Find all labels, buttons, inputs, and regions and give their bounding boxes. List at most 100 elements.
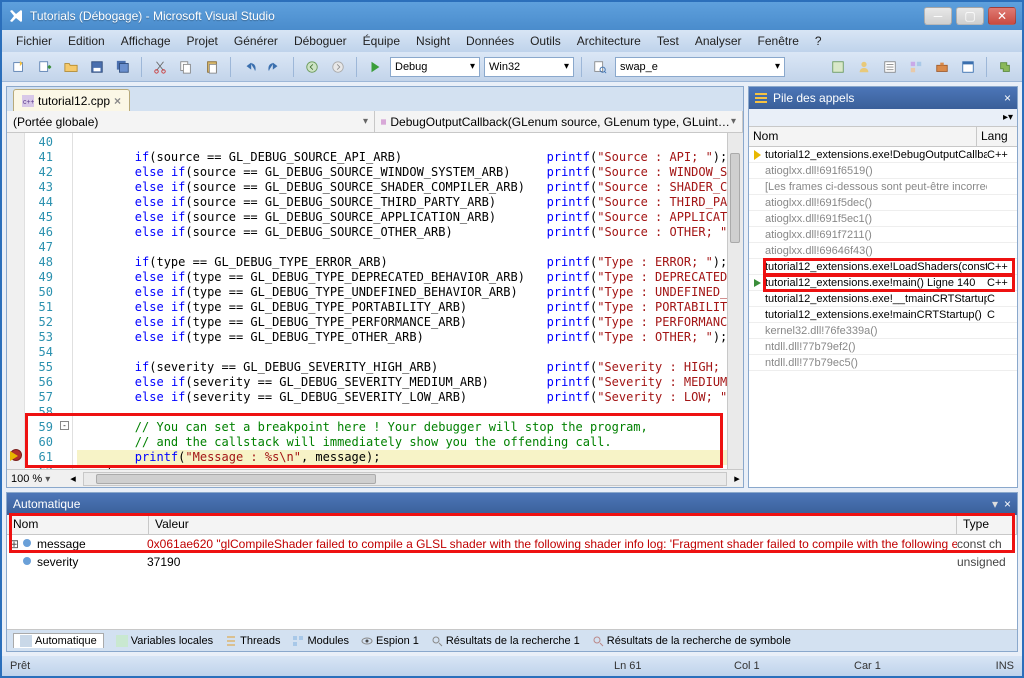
hscroll-right-icon[interactable]: ▸ [731,472,743,485]
fold-toggle-icon[interactable]: - [60,421,69,430]
callstack-row[interactable]: tutorial12_extensions.exe!LoadShaders(co… [749,259,1017,275]
copy-icon[interactable] [175,56,197,78]
autos-body[interactable]: ⊞ message 0x061ae620 "glCompileShader fa… [7,535,1017,629]
callstack-row[interactable]: atioglxx.dll!691f5ec1() [749,211,1017,227]
nav-fwd-icon[interactable] [327,56,349,78]
callstack-row[interactable]: kernel32.dll!76fe339a() [749,323,1017,339]
config-combo[interactable]: Debug▾ [390,57,480,77]
paste-icon[interactable] [201,56,223,78]
redo-icon[interactable] [264,56,286,78]
autos-title: Automatique ▾ × [7,493,1017,515]
callstack-row[interactable]: tutorial12_extensions.exe!main() Ligne 1… [749,275,1017,291]
menu-deboguer[interactable]: Déboguer [286,31,355,51]
quick-find-combo[interactable]: swap_e▾ [615,57,785,77]
callstack-row[interactable]: ntdll.dll!77b79ef2() [749,339,1017,355]
menu-fichier[interactable]: Fichier [8,31,60,51]
autos-col-value[interactable]: Valeur [149,515,957,534]
menu-edition[interactable]: Edition [60,31,113,51]
callstack-body[interactable]: tutorial12_extensions.exe!DebugOutputCal… [749,147,1017,487]
new-project-icon[interactable] [8,56,30,78]
open-icon[interactable] [60,56,82,78]
menu-architecture[interactable]: Architecture [569,31,649,51]
callstack-row[interactable]: tutorial12_extensions.exe!__tmainCRTStar… [749,291,1017,307]
menu-fenetre[interactable]: Fenêtre [750,31,807,51]
save-icon[interactable] [86,56,108,78]
code-area[interactable]: if(source == GL_DEBUG_SOURCE_API_ARB) pr… [73,133,743,469]
member-value: DebugOutputCallback(GLenum source, GLenu… [390,115,731,129]
properties-icon[interactable] [879,56,901,78]
vertical-scrollbar[interactable] [727,133,743,469]
bottom-tab-automatique[interactable]: Automatique [13,633,104,648]
platform-combo[interactable]: Win32▾ [484,57,574,77]
modules-tab-icon [292,635,304,647]
autos-close-icon[interactable]: × [1004,497,1011,511]
callstack-row[interactable]: tutorial12_extensions.exe!DebugOutputCal… [749,147,1017,163]
menu-donnees[interactable]: Données [458,31,522,51]
autos-col-type[interactable]: Type [957,515,1017,534]
menu-nsight[interactable]: Nsight [408,31,458,51]
callstack-row[interactable]: atioglxx.dll!691f7211() [749,227,1017,243]
cpp-file-icon: c++ [22,95,34,107]
code-editor[interactable]: 4041424344454647484950515253545556575859… [7,133,743,469]
callstack-row[interactable]: atioglxx.dll!691f6519() [749,163,1017,179]
menu-affichage[interactable]: Affichage [113,31,179,51]
add-item-icon[interactable] [34,56,56,78]
close-button[interactable]: ✕ [988,7,1016,25]
object-browser-icon[interactable] [905,56,927,78]
start-page-icon[interactable] [957,56,979,78]
callstack-options-icon[interactable]: ▸▾ [1003,112,1013,123]
menu-test[interactable]: Test [649,31,687,51]
cut-icon[interactable] [149,56,171,78]
callstack-col-lang[interactable]: Lang [977,127,1017,146]
vscroll-thumb[interactable] [730,153,740,243]
team-explorer-icon[interactable] [853,56,875,78]
callstack-row[interactable]: ntdll.dll!77b79ec5() [749,355,1017,371]
fold-gutter[interactable]: - [59,133,73,469]
menu-equipe[interactable]: Équipe [355,31,408,51]
horizontal-scrollbar[interactable] [83,472,727,486]
maximize-button[interactable]: ▢ [956,7,984,25]
bottom-tab-modules[interactable]: Modules [292,635,349,647]
hscroll-left-icon[interactable]: ◂ [67,472,79,485]
callstack-col-name[interactable]: Nom [749,127,977,146]
extensions-icon[interactable] [994,56,1016,78]
document-tab[interactable]: c++ tutorial12.cpp × [13,89,130,111]
callstack-header: Nom Lang [749,127,1017,147]
minimize-button[interactable]: ─ [924,7,952,25]
document-tabstrip: c++ tutorial12.cpp × [7,87,743,111]
callstack-row[interactable]: atioglxx.dll!691f5dec() [749,195,1017,211]
bottom-tab-findresults1[interactable]: Résultats de la recherche 1 [431,635,580,647]
hscroll-thumb[interactable] [96,474,376,484]
menu-outils[interactable]: Outils [522,31,569,51]
bottom-tab-watch1[interactable]: Espion 1 [361,635,419,647]
threads-tab-icon [225,635,237,647]
callstack-close-icon[interactable]: × [1004,91,1011,105]
bottom-tab-threads[interactable]: Threads [225,635,280,647]
menu-projet[interactable]: Projet [179,31,226,51]
breakpoint-gutter[interactable] [7,133,25,469]
callstack-row[interactable]: [Les frames ci-dessous sont peut-être in… [749,179,1017,195]
autos-col-name[interactable]: Nom [7,515,149,534]
symbol-tab-icon [592,635,604,647]
autos-pin-icon[interactable]: ▾ [992,497,998,511]
toolbox-icon[interactable] [931,56,953,78]
menu-analyser[interactable]: Analyser [687,31,750,51]
menu-help[interactable]: ? [807,31,830,51]
member-combo[interactable]: DebugOutputCallback(GLenum source, GLenu… [375,111,743,132]
start-debug-icon[interactable] [364,56,386,78]
autos-row[interactable]: ⊞ message 0x061ae620 "glCompileShader fa… [7,535,1017,553]
find-in-files-icon[interactable] [589,56,611,78]
tab-close-icon[interactable]: × [114,94,121,108]
undo-icon[interactable] [238,56,260,78]
bottom-tab-locals[interactable]: Variables locales [116,635,213,647]
scope-combo[interactable]: (Portée globale)▾ [7,111,375,132]
callstack-row[interactable]: tutorial12_extensions.exe!mainCRTStartup… [749,307,1017,323]
autos-row[interactable]: severity 37190 unsigned [7,553,1017,571]
nav-back-icon[interactable] [301,56,323,78]
menu-generer[interactable]: Générer [226,31,286,51]
zoom-combo[interactable]: 100 % ▾ [7,473,67,485]
bottom-tab-symbolresults[interactable]: Résultats de la recherche de symbole [592,635,791,647]
solution-explorer-icon[interactable] [827,56,849,78]
callstack-row[interactable]: atioglxx.dll!69646f43() [749,243,1017,259]
save-all-icon[interactable] [112,56,134,78]
